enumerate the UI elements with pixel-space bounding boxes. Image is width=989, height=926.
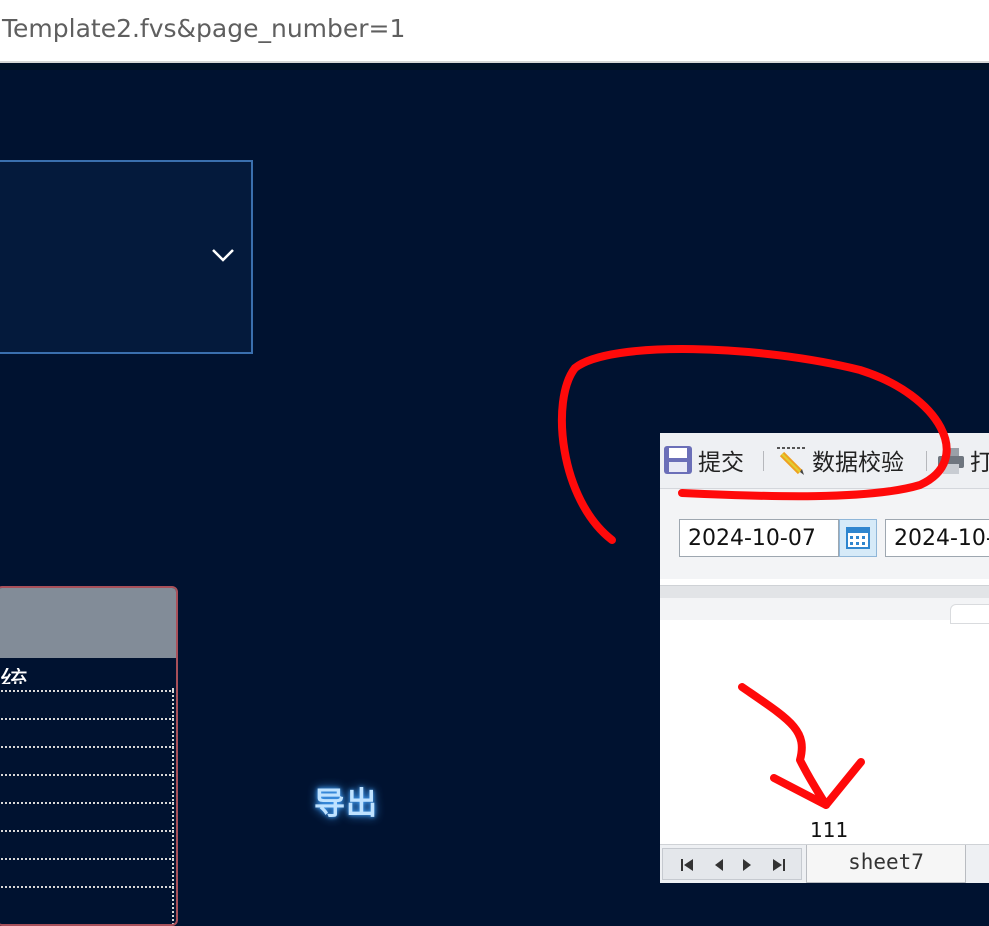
report-frame: 提交 数据校验 打 2024-10-07 2024-10- 111 sheet7 bbox=[660, 433, 989, 883]
table-row bbox=[0, 774, 174, 776]
submit-button[interactable]: 提交 bbox=[662, 444, 744, 476]
data-validate-button[interactable]: 数据校验 bbox=[774, 444, 904, 476]
browser-url-bar[interactable]: Template2.fvs&page_number=1 bbox=[0, 0, 989, 63]
toolbar-separator bbox=[926, 451, 927, 471]
save-icon bbox=[664, 446, 692, 474]
prev-page-icon[interactable] bbox=[711, 857, 727, 873]
calendar-icon bbox=[846, 527, 870, 549]
pencil-validate-icon bbox=[777, 447, 805, 475]
chevron-down-icon[interactable] bbox=[210, 246, 236, 264]
table-row bbox=[0, 718, 174, 720]
print-button[interactable]: 打 bbox=[936, 444, 989, 476]
table-row bbox=[0, 886, 174, 888]
report-toolbar: 提交 数据校验 打 bbox=[660, 433, 989, 489]
page-top-strip bbox=[0, 63, 989, 70]
submit-label: 提交 bbox=[698, 450, 744, 476]
printer-icon bbox=[938, 448, 964, 474]
table-row bbox=[0, 802, 174, 804]
table-heading-text: 统计 bbox=[0, 668, 50, 684]
table-row bbox=[0, 830, 174, 832]
export-button[interactable]: 导出 bbox=[314, 778, 378, 823]
calendar-button[interactable] bbox=[839, 519, 877, 557]
report-cell-value: 111 bbox=[810, 818, 849, 842]
next-page-icon[interactable] bbox=[739, 857, 755, 873]
table-header bbox=[0, 588, 176, 658]
filter-dropdown[interactable] bbox=[0, 160, 253, 354]
horizontal-scrollbar[interactable] bbox=[660, 585, 989, 598]
tab-strip bbox=[660, 598, 989, 620]
last-page-icon[interactable] bbox=[771, 857, 787, 873]
tab-edge bbox=[950, 604, 989, 624]
table-row bbox=[0, 746, 174, 748]
table-column-border bbox=[172, 688, 174, 924]
end-date-input[interactable] bbox=[885, 519, 989, 557]
toolbar-separator bbox=[763, 451, 764, 471]
print-label: 打 bbox=[970, 450, 989, 476]
sheet-tab[interactable]: sheet7 bbox=[806, 845, 966, 883]
table-row bbox=[0, 858, 174, 860]
first-page-icon[interactable] bbox=[679, 857, 695, 873]
start-date-input[interactable] bbox=[679, 519, 839, 557]
data-validate-label: 数据校验 bbox=[812, 450, 904, 476]
url-text[interactable]: Template2.fvs&page_number=1 bbox=[2, 14, 405, 43]
data-table-panel: 统计 bbox=[0, 586, 178, 926]
sheet-nav-buttons bbox=[662, 848, 802, 880]
table-row bbox=[0, 690, 174, 692]
